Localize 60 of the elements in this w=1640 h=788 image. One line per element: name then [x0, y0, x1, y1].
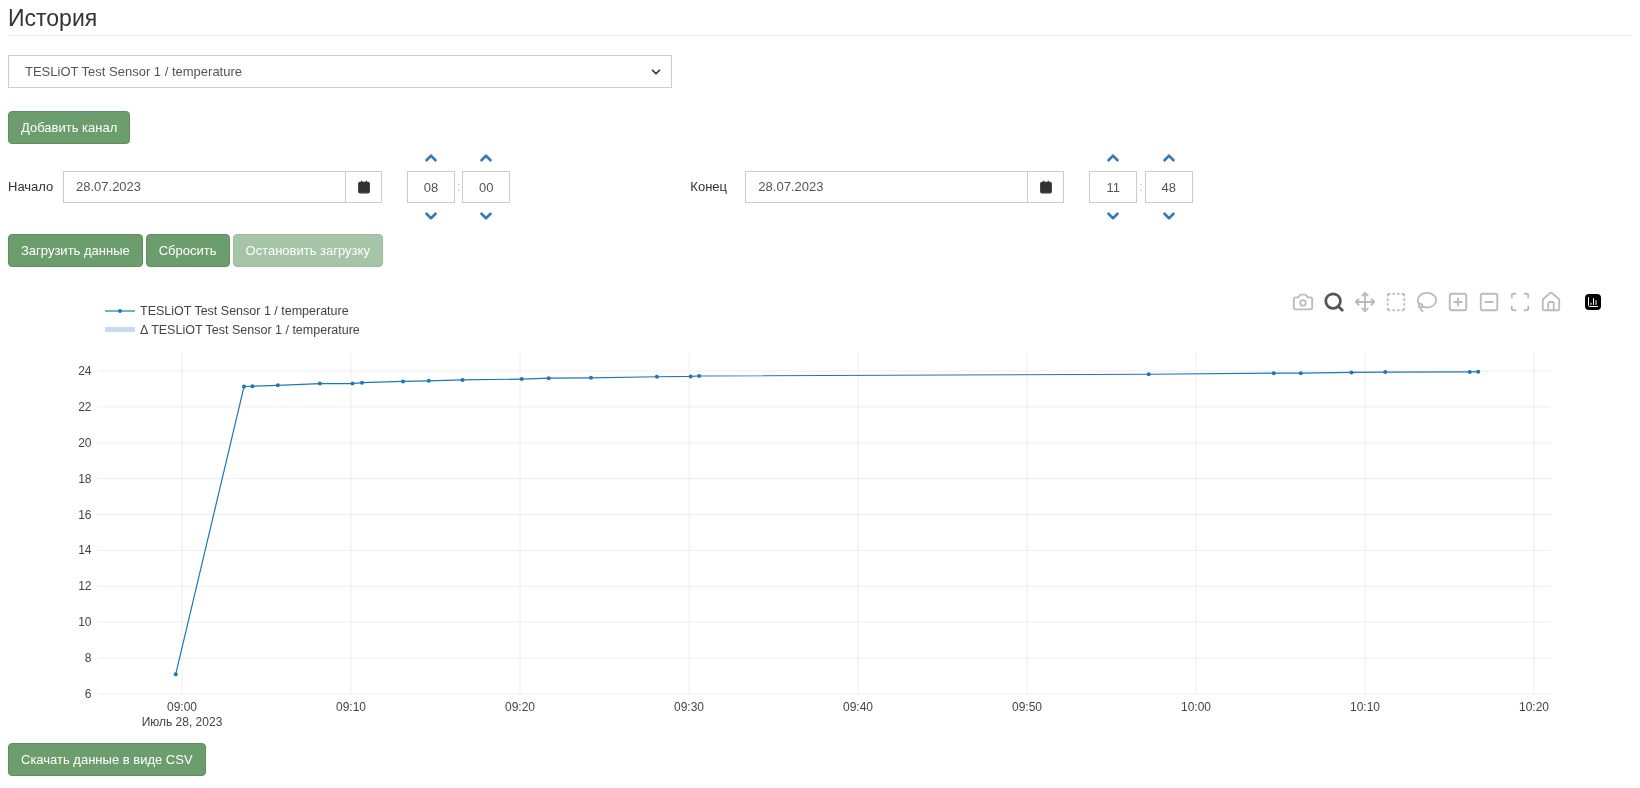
legend-label: TESLiOT Test Sensor 1 / temperature	[140, 304, 349, 318]
date-annotation: Июль 28, 2023	[141, 714, 223, 729]
x-tick-label: 10:10	[1350, 699, 1380, 714]
field-label: Начало	[8, 178, 55, 197]
time-separator: :	[1139, 179, 1143, 196]
channel-select[interactable]: TESLiOT Test Sensor 1 / temperature	[8, 55, 672, 88]
data-point	[1467, 369, 1472, 374]
data-point	[350, 381, 355, 386]
data-point	[242, 384, 246, 389]
time-field[interactable]: 48	[1144, 171, 1193, 203]
data-point	[688, 374, 693, 379]
data-point	[654, 374, 659, 379]
x-tick-label: 09:00	[167, 699, 197, 714]
data-point	[317, 381, 322, 386]
x-tick-label: 09:50	[1012, 699, 1042, 714]
data-point	[1383, 370, 1388, 375]
data-point	[360, 380, 364, 385]
data-point	[1298, 371, 1303, 376]
data-point	[426, 378, 431, 383]
time-field[interactable]: 08	[407, 171, 455, 203]
x-tick-label: 09:30	[674, 699, 704, 714]
data-point	[1476, 369, 1481, 374]
data-point	[519, 377, 524, 382]
y-tick-label: 12	[78, 579, 92, 594]
field-label: Конец	[690, 178, 728, 197]
y-tick-label: 8	[84, 651, 92, 666]
data-point	[401, 379, 406, 384]
x-tick-label: 09:10	[336, 699, 366, 714]
y-tick-label: 18	[78, 471, 92, 486]
y-tick-label: 14	[78, 543, 92, 558]
data-point	[1271, 371, 1276, 376]
y-tick-label: 22	[78, 399, 92, 414]
y-tick-label: 10	[78, 615, 92, 630]
y-tick-label: 16	[78, 507, 92, 522]
page-title: История	[8, 4, 99, 33]
y-tick-label: 20	[78, 435, 92, 450]
data-point	[275, 383, 280, 388]
chart-logo-icon[interactable]	[1585, 293, 1601, 310]
data-point	[460, 377, 465, 382]
time-separator: :	[457, 179, 461, 196]
time-field[interactable]: 11	[1089, 171, 1138, 203]
data-point	[1349, 370, 1354, 375]
legend-label: Δ TESLiOT Test Sensor 1 / temperature	[140, 323, 360, 337]
x-tick-label: 09:40	[843, 699, 873, 714]
data-point	[1146, 372, 1151, 377]
y-tick-label: 6	[84, 686, 92, 701]
x-tick-label: 09:20	[505, 699, 535, 714]
date-field[interactable]: 28.07.2023	[63, 171, 382, 203]
x-tick-label: 10:20	[1519, 699, 1549, 714]
data-point	[589, 375, 593, 380]
data-point	[173, 672, 178, 677]
date-field[interactable]: 28.07.2023	[745, 171, 1065, 203]
data-point	[546, 376, 551, 381]
x-tick-label: 10:00	[1181, 699, 1211, 714]
zoom-icon[interactable]	[1321, 289, 1346, 314]
legend-line-icon	[104, 309, 136, 313]
time-field[interactable]: 00	[462, 171, 511, 203]
data-point	[697, 374, 702, 378]
y-tick-label: 24	[78, 364, 92, 378]
data-point	[250, 384, 255, 389]
